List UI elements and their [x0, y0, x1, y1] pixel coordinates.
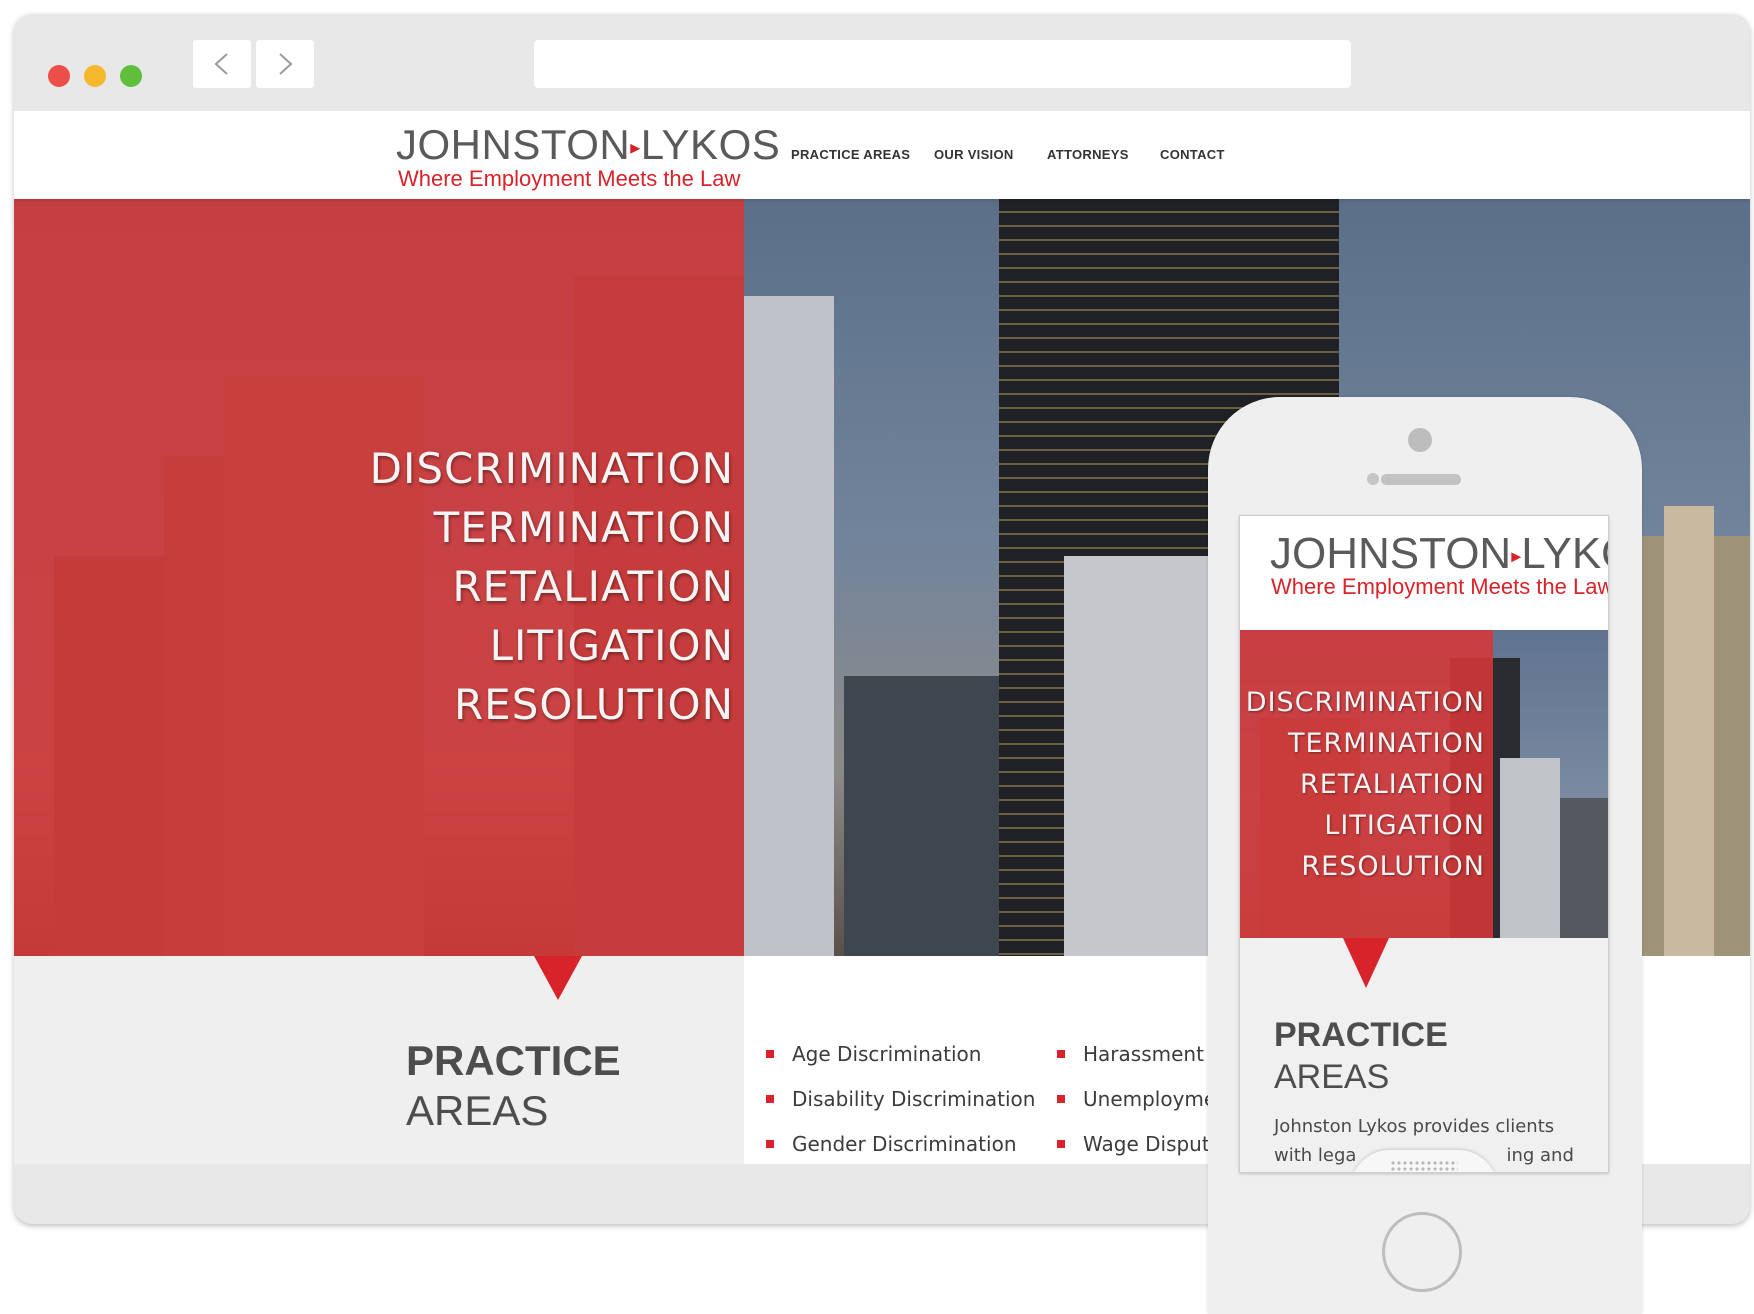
mobile-header: JOHNSTON▸LYKOS Where Employment Meets th… [1240, 516, 1608, 630]
mobile-hero-word: RETALIATION [1300, 769, 1485, 800]
mobile-hero-word: LITIGATION [1324, 810, 1485, 841]
hero-word-list: DISCRIMINATION TERMINATION RETALIATION L… [14, 439, 734, 734]
building-shape [1664, 506, 1714, 956]
home-button-icon[interactable] [1382, 1212, 1462, 1292]
sensor-icon [1367, 473, 1379, 485]
mobile-hero-word-list: DISCRIMINATION TERMINATION RETALIATION L… [1240, 682, 1485, 887]
building-shape [1064, 556, 1214, 956]
bullet-square-icon [1057, 1049, 1065, 1058]
mobile-hero-word: RESOLUTION [1301, 851, 1485, 882]
mobile-hero: DISCRIMINATION TERMINATION RETALIATION L… [1240, 630, 1608, 938]
site-logo[interactable]: JOHNSTON▸LYKOS Where Employment Meets th… [396, 123, 780, 191]
mobile-hero-word: TERMINATION [1287, 728, 1485, 759]
down-pointer-icon [534, 956, 582, 1000]
close-window-icon[interactable] [48, 65, 70, 87]
mobile-phone-mockup: JOHNSTON▸LYKOS Where Employment Meets th… [1208, 397, 1642, 1314]
forward-arrow-icon [279, 53, 293, 75]
hero-word: DISCRIMINATION [369, 444, 734, 493]
practice-item-wage[interactable]: Wage Dispute [1057, 1132, 1222, 1156]
practice-item-disability[interactable]: Disability Discrimination [766, 1087, 1035, 1111]
practice-title: PRACTICE [406, 1037, 621, 1084]
building-shape [1560, 798, 1608, 938]
practice-item-unemployment[interactable]: Unemployme [1057, 1087, 1216, 1111]
bullet-square-icon [766, 1094, 774, 1103]
practice-item-gender[interactable]: Gender Discrimination [766, 1132, 1017, 1156]
hero-word: TERMINATION [433, 503, 734, 552]
bullet-square-icon [1057, 1094, 1065, 1103]
hero-word: RESOLUTION [453, 680, 734, 729]
mobile-hero-word: DISCRIMINATION [1245, 687, 1485, 718]
building-shape [744, 296, 834, 956]
back-button[interactable] [193, 40, 251, 88]
mobile-practice-title: PRACTICE [1274, 1016, 1448, 1054]
mobile-drag-handle[interactable] [1350, 1150, 1498, 1172]
minimize-window-icon[interactable] [84, 65, 106, 87]
grip-icon [1390, 1160, 1458, 1172]
forward-button[interactable] [256, 40, 314, 88]
nav-attorneys[interactable]: ATTORNEYS [1047, 147, 1129, 162]
site-header: JOHNSTON▸LYKOS Where Employment Meets th… [14, 111, 1750, 199]
hero-word: RETALIATION [452, 562, 734, 611]
logo-tagline: Where Employment Meets the Law [398, 166, 741, 191]
back-arrow-icon [214, 53, 228, 75]
logo-arrow-icon: ▸ [1511, 545, 1522, 568]
mobile-screen: JOHNSTON▸LYKOS Where Employment Meets th… [1239, 515, 1609, 1173]
building-shape [1500, 758, 1560, 938]
practice-item-age[interactable]: Age Discrimination [766, 1042, 981, 1066]
nav-practice-areas[interactable]: PRACTICE AREAS [791, 147, 910, 162]
down-pointer-icon [1343, 938, 1389, 988]
mobile-logo-name[interactable]: JOHNSTON▸LYKOS [1270, 530, 1608, 580]
hero-word: LITIGATION [489, 621, 734, 670]
bullet-square-icon [766, 1139, 774, 1148]
camera-icon [1408, 428, 1432, 452]
address-bar[interactable] [534, 40, 1351, 88]
practice-item-harassment[interactable]: Harassment [1057, 1042, 1204, 1066]
maximize-window-icon[interactable] [120, 65, 142, 87]
mobile-logo-tagline: Where Employment Meets the Law [1271, 574, 1609, 599]
logo-name: JOHNSTON▸LYKOS [396, 121, 781, 168]
practice-subtitle: AREAS [406, 1087, 549, 1134]
logo-arrow-icon: ▸ [630, 136, 641, 159]
bullet-square-icon [766, 1049, 774, 1058]
mobile-practice-section: PRACTICE AREAS Johnston Lykos provides c… [1240, 938, 1608, 1172]
speaker-icon [1381, 474, 1461, 485]
mobile-practice-subtitle: AREAS [1274, 1058, 1390, 1096]
bullet-square-icon [1057, 1139, 1065, 1148]
practice-areas-heading-panel: PRACTICE AREAS [14, 956, 744, 1164]
nav-contact[interactable]: CONTACT [1160, 147, 1225, 162]
nav-our-vision[interactable]: OUR VISION [934, 147, 1014, 162]
